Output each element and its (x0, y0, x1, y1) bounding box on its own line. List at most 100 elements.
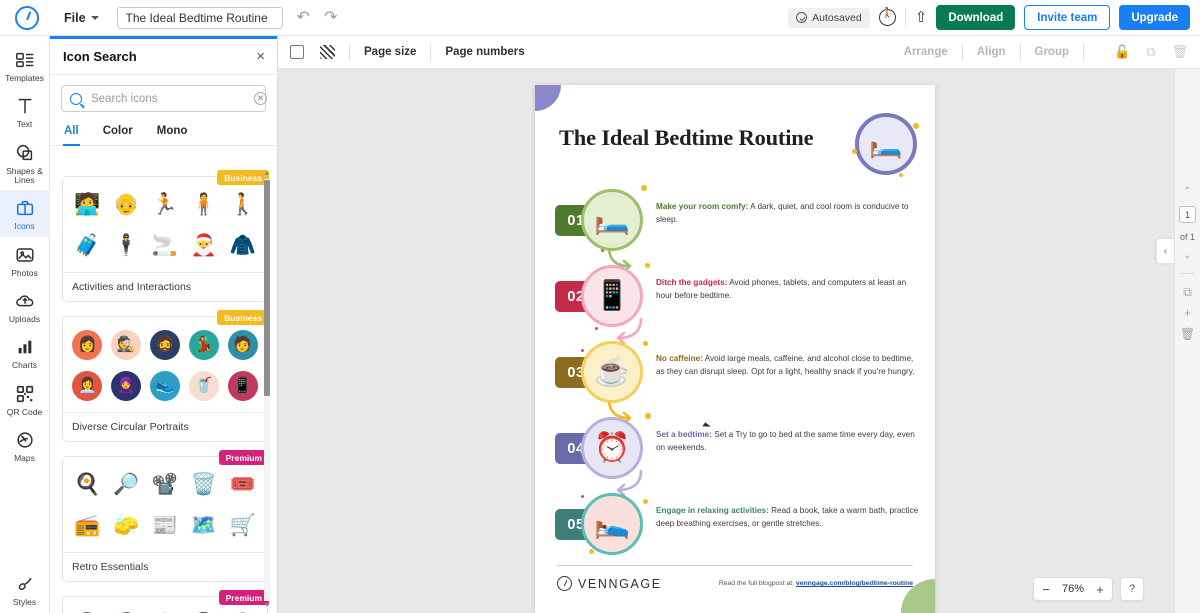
pack-icon[interactable]: 🕵️ (109, 326, 144, 363)
upgrade-button[interactable]: Upgrade (1119, 5, 1190, 30)
group-button[interactable]: Group (1035, 46, 1070, 58)
step-item[interactable]: 02 📱 Ditch the gadgets: Avoid phones, ta… (553, 259, 921, 345)
pack-icon[interactable]: 👴 (109, 186, 144, 223)
clear-search-icon[interactable]: ✕ (254, 92, 267, 105)
next-page-arrow[interactable]: ⌄ (1183, 251, 1191, 261)
delete-icon[interactable]: 🗑 (1171, 44, 1188, 60)
pack-icon[interactable]: 🕴️ (109, 227, 144, 264)
zoom-level-value[interactable]: 76% (1058, 583, 1088, 595)
pack-icon[interactable]: 🧒 (109, 606, 144, 613)
pack-icon[interactable]: 👩‍🦱 (186, 606, 221, 613)
pack-icon[interactable]: 🧑 (225, 326, 260, 363)
pack-icon[interactable]: 👵 (225, 606, 260, 613)
pack-icon[interactable]: 🧕 (109, 367, 144, 404)
pack-icon[interactable]: 🎅 (186, 227, 221, 264)
app-logo[interactable] (0, 5, 54, 30)
download-button[interactable]: Download (936, 5, 1016, 30)
add-page-icon[interactable]: + (1184, 307, 1191, 319)
pack-icon[interactable]: 🗑️ (186, 466, 221, 503)
tab-color[interactable]: Color (102, 122, 134, 146)
pack-icon[interactable]: 🛒 (225, 507, 260, 544)
help-button[interactable]: ? (1120, 577, 1144, 601)
pack-icon[interactable]: 🥤 (186, 367, 221, 404)
icon-pack[interactable]: Premium 👦 🧒 👨‍🦳 👩‍🦱 👵 🧓 👴 🤵 🧘 👩‍🦽 (62, 590, 269, 613)
icon-pack[interactable]: Premium 🍳 🔎 📽️ 🗑️ 🎟️ 📻 🧽 📰 🗺️ 🛒 Retro Es… (62, 450, 269, 582)
pack-icon[interactable]: 👩‍💼 (70, 367, 105, 404)
design-page[interactable]: The Ideal Bedtime Routine 🛏️ 01 🛏️ Make … (535, 85, 935, 613)
invite-team-button[interactable]: Invite team (1024, 5, 1111, 30)
pack-icon[interactable]: 👩 (70, 326, 105, 363)
scroll-down-arrow[interactable]: ▼ (263, 602, 271, 610)
pack-icon[interactable]: 🔎 (109, 466, 144, 503)
tab-all[interactable]: All (63, 122, 80, 146)
delete-page-icon[interactable]: 🗑 (1180, 328, 1195, 340)
icon-pack[interactable]: Business 👩 🕵️ 🧔 💃 🧑 👩‍💼 🧕 👟 🥤 📱 Diver (62, 310, 269, 442)
page-size-button[interactable]: Page size (364, 46, 416, 58)
zoom-out-button[interactable]: − (1034, 578, 1058, 600)
tab-mono[interactable]: Mono (156, 122, 189, 146)
pack-icon[interactable]: 💃 (186, 326, 221, 363)
pack-icon[interactable]: 👦 (70, 606, 105, 613)
redo-icon[interactable]: ↷ (324, 9, 337, 26)
sidebar-item-uploads[interactable]: Uploads (0, 283, 50, 329)
duplicate-page-icon[interactable]: ⧉ (1183, 286, 1192, 298)
duplicate-icon[interactable]: ⧉ (1146, 44, 1155, 60)
icon-pack[interactable]: Business 🧑‍💻 👴 🏃 🧍 🚶 🧳 🕴️ 🚬 🎅 🧥 Activ (62, 170, 269, 302)
file-menu-button[interactable]: File (58, 7, 105, 29)
sidebar-item-text[interactable]: Text (0, 88, 50, 134)
step-item[interactable]: 01 🛏️ Make your room comfy: A dark, quie… (553, 183, 921, 273)
close-icon[interactable]: × (256, 49, 265, 64)
share-upload-icon[interactable]: ⇧ (915, 10, 928, 25)
panel-scrollbar[interactable]: ▲ ▼ (263, 170, 271, 610)
collapse-panel-button[interactable]: ‹ (1156, 238, 1174, 264)
step-item[interactable]: 04 ⏰ Set a bedtime: Set a Try to go to b… (553, 411, 921, 497)
pack-icon[interactable]: 🚶 (225, 186, 260, 223)
pack-icon[interactable]: 🧔 (148, 326, 183, 363)
sidebar-item-styles[interactable]: Styles (0, 566, 50, 613)
pack-icon[interactable]: 🍳 (70, 466, 105, 503)
pack-icon[interactable]: 📻 (70, 507, 105, 544)
pack-icon[interactable]: 🧥 (225, 227, 260, 264)
pack-icon[interactable]: 🗺️ (186, 507, 221, 544)
page-numbers-button[interactable]: Page numbers (445, 46, 524, 58)
pack-icon[interactable]: 🏃 (148, 186, 183, 223)
sidebar-item-qr-code[interactable]: QR Code (0, 376, 50, 422)
sidebar-item-maps[interactable]: Maps (0, 422, 50, 468)
sidebar-item-photos[interactable]: Photos (0, 237, 50, 283)
step-item[interactable]: 03 ☕ No caffeine: Avoid large meals, caf… (553, 335, 921, 425)
lock-icon[interactable]: 🔓 (1114, 44, 1130, 60)
pack-icon[interactable]: 📰 (148, 507, 183, 544)
pack-icon[interactable]: 🧽 (109, 507, 144, 544)
hero-bed-icon[interactable]: 🛏️ (855, 113, 917, 175)
pack-icon[interactable]: 📽️ (148, 466, 183, 503)
scroll-up-arrow[interactable]: ▲ (263, 170, 271, 178)
pack-icon[interactable]: 🧳 (70, 227, 105, 264)
blogpost-link[interactable]: venngage.com/blog/bedtime-routine (796, 580, 913, 587)
pack-icon[interactable]: 📱 (225, 367, 260, 404)
pack-icon[interactable]: 🧍 (186, 186, 221, 223)
page-title[interactable]: The Ideal Bedtime Routine (559, 125, 814, 151)
pack-icon[interactable]: 🧑‍💻 (70, 186, 105, 223)
align-button[interactable]: Align (977, 46, 1006, 58)
accessibility-icon[interactable] (878, 8, 896, 26)
search-input[interactable] (89, 91, 247, 106)
pack-icon[interactable]: 🚬 (148, 227, 183, 264)
page-pattern-swatch[interactable] (320, 45, 335, 59)
previous-page-arrow[interactable]: ⌃ (1183, 187, 1191, 197)
undo-icon[interactable]: ↶ (297, 9, 310, 26)
page-background-swatch[interactable] (290, 45, 304, 59)
step-item[interactable]: 05 🛌 Engage in relaxing activities: Read… (553, 487, 921, 563)
arrange-button[interactable]: Arrange (904, 46, 948, 58)
zoom-in-button[interactable]: + (1088, 578, 1112, 600)
pack-icon[interactable]: 👨‍🦳 (148, 606, 183, 613)
pack-icon[interactable]: 🎟️ (225, 466, 260, 503)
document-title-input[interactable] (116, 6, 283, 29)
search-box[interactable]: ✕ (61, 85, 267, 112)
canvas-area[interactable]: The Ideal Bedtime Routine 🛏️ 01 🛏️ Make … (278, 69, 1200, 613)
sidebar-item-shapes-lines[interactable]: Shapes & Lines (0, 135, 50, 191)
sidebar-item-charts[interactable]: Charts (0, 329, 50, 375)
icon-results-list[interactable]: Business 🧑‍💻 👴 🏃 🧍 🚶 🧳 🕴️ 🚬 🎅 🧥 Activ (50, 168, 278, 613)
scrollbar-thumb[interactable] (264, 180, 270, 396)
pack-icon[interactable]: 👟 (148, 367, 183, 404)
sidebar-item-templates[interactable]: Templates (0, 42, 50, 88)
